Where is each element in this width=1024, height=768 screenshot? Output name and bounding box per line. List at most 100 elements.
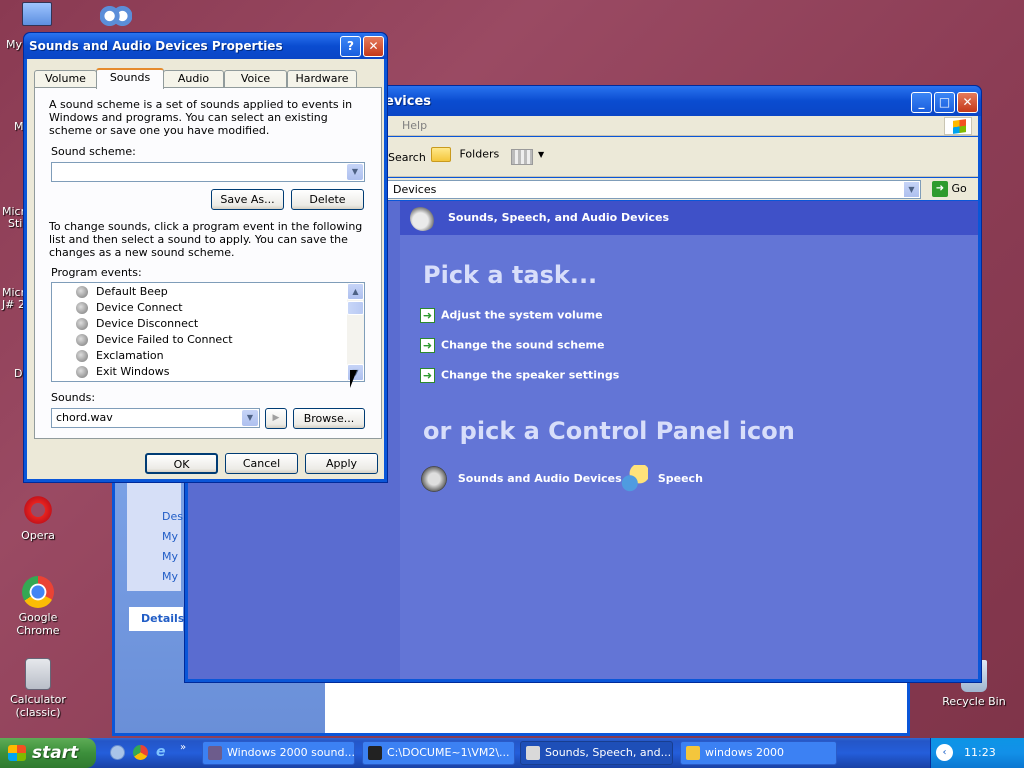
- start-label: start: [32, 743, 79, 763]
- event-label: Device Failed to Connect: [96, 333, 233, 346]
- task-box: Des My My My: [127, 481, 183, 591]
- speech-icon: [620, 465, 648, 493]
- sound-scheme-select[interactable]: ▼: [51, 162, 365, 182]
- browse-button[interactable]: Browse...: [293, 408, 365, 429]
- taskbar-button[interactable]: windows 2000: [680, 741, 837, 765]
- tab-sounds[interactable]: Sounds: [96, 68, 164, 89]
- chevron-down-icon[interactable]: ▼: [347, 164, 363, 180]
- speaker-icon: [76, 302, 88, 314]
- clock: 11:23: [964, 746, 996, 759]
- task-speaker-settings[interactable]: ➜ Change the speaker settings: [420, 368, 619, 383]
- task-link[interactable]: My: [127, 527, 181, 547]
- close-button[interactable]: ✕: [363, 36, 384, 57]
- task-label: Change the sound scheme: [441, 338, 605, 352]
- task-link[interactable]: My: [127, 547, 181, 567]
- ok-button[interactable]: OK: [145, 453, 218, 474]
- dialog-title: Sounds and Audio Devices Properties: [24, 33, 387, 59]
- sounds-audio-devices-link[interactable]: Sounds and Audio Devices: [420, 465, 622, 493]
- chrome-icon[interactable]: [133, 745, 148, 760]
- icon-label: Sounds and Audio Devices: [457, 472, 622, 485]
- ie-icon[interactable]: e: [156, 745, 171, 760]
- event-label: Default Beep: [96, 285, 168, 298]
- tab-hardware[interactable]: Hardware: [287, 70, 357, 88]
- events-items: Default Beep Device Connect Device Disco…: [52, 283, 364, 380]
- scheme-label: Sound scheme:: [51, 145, 136, 158]
- maximize-button[interactable]: □: [934, 92, 955, 113]
- taskbar-button[interactable]: C:\DOCUME~1\VM2\...: [362, 741, 515, 765]
- desktop-label-partial: Sti: [8, 217, 23, 230]
- tab-volume[interactable]: Volume: [34, 70, 97, 88]
- go-button[interactable]: ➜ Go: [932, 181, 967, 197]
- apply-button[interactable]: Apply: [305, 453, 378, 474]
- task-change-scheme[interactable]: ➜ Change the sound scheme: [420, 338, 604, 353]
- chevron-down-icon[interactable]: ▼: [538, 150, 544, 159]
- chevron-down-icon[interactable]: ▼: [242, 410, 258, 426]
- help-button[interactable]: ?: [340, 36, 361, 57]
- task-label: Change the speaker settings: [441, 368, 620, 382]
- desktop-icon-opera[interactable]: Opera: [0, 494, 76, 542]
- list-item[interactable]: Device Failed to Connect: [52, 332, 364, 348]
- event-label: Exit Windows: [96, 365, 170, 378]
- chevron-down-icon[interactable]: ▼: [904, 182, 919, 197]
- desktop-icon-chrome[interactable]: Google Chrome: [0, 576, 76, 637]
- delete-button[interactable]: Delete: [291, 189, 364, 210]
- desktop-icon-label: Calculator (classic): [10, 693, 66, 719]
- chevron-right-icon[interactable]: »: [180, 742, 186, 753]
- task-link[interactable]: Des: [127, 507, 183, 527]
- details-header[interactable]: Details: [129, 607, 184, 631]
- network-icon: [100, 6, 132, 26]
- task-adjust-volume[interactable]: ➜ Adjust the system volume: [420, 308, 603, 323]
- desktop-icon-my-computer[interactable]: [22, 2, 56, 32]
- scroll-thumb[interactable]: [347, 301, 364, 315]
- dialog-body: Volume Sounds Audio Voice Hardware A sou…: [27, 59, 384, 479]
- desktop-icon-network[interactable]: [100, 6, 134, 30]
- desktop-icon-label: Google Chrome: [16, 611, 60, 637]
- calculator-icon: [25, 658, 51, 690]
- speaker-icon: [76, 366, 88, 378]
- desktop-show-icon[interactable]: [110, 745, 125, 760]
- arrow-right-icon: ➜: [420, 308, 435, 323]
- go-arrow-icon: ➜: [932, 181, 948, 197]
- desktop-label-partial: My: [6, 38, 23, 51]
- list-item[interactable]: Device Connect: [52, 300, 364, 316]
- search-button[interactable]: Search: [388, 151, 426, 164]
- tab-voice[interactable]: Voice: [224, 70, 287, 88]
- properties-dialog[interactable]: Sounds and Audio Devices Properties ? ✕ …: [23, 32, 388, 483]
- music-note-icon: [410, 205, 436, 231]
- chevron-left-icon[interactable]: ‹: [936, 744, 953, 761]
- list-item[interactable]: Exclamation: [52, 348, 364, 364]
- minimize-button[interactable]: _: [911, 92, 932, 113]
- scroll-up-icon[interactable]: ▲: [347, 283, 364, 300]
- desktop-icon-calculator[interactable]: Calculator (classic): [0, 658, 76, 719]
- speaker-icon: [76, 334, 88, 346]
- folders-button[interactable]: Folders: [431, 147, 499, 167]
- taskbar-button[interactable]: Windows 2000 sound...: [202, 741, 355, 765]
- speech-link[interactable]: Speech: [620, 465, 703, 493]
- sound-value: chord.wav: [56, 411, 113, 424]
- vertical-scrollbar[interactable]: ▲ ▼: [347, 283, 364, 381]
- task-link[interactable]: My: [127, 567, 181, 587]
- play-button[interactable]: ▶: [265, 408, 287, 429]
- mouse-cursor-icon: [350, 370, 357, 388]
- sounds-panel: A sound scheme is a set of sounds applie…: [34, 87, 382, 439]
- arrow-right-icon: ➜: [420, 338, 435, 353]
- change-description: To change sounds, click a program event …: [49, 220, 363, 259]
- list-item[interactable]: Exit Windows: [52, 364, 364, 380]
- arrow-right-icon: ➜: [420, 368, 435, 383]
- sounds-select[interactable]: chord.wav ▼: [51, 408, 260, 428]
- taskbar-button-active[interactable]: Sounds, Speech, and...: [520, 741, 673, 765]
- list-item[interactable]: Default Beep: [52, 284, 364, 300]
- views-icon[interactable]: [511, 149, 533, 165]
- list-item[interactable]: Device Disconnect: [52, 316, 364, 332]
- program-events-list[interactable]: Default Beep Device Connect Device Disco…: [51, 282, 365, 382]
- menu-help[interactable]: Help: [402, 119, 427, 132]
- tab-audio[interactable]: Audio: [163, 70, 224, 88]
- cancel-button[interactable]: Cancel: [225, 453, 298, 474]
- save-as-button[interactable]: Save As...: [211, 189, 284, 210]
- start-button[interactable]: start: [0, 738, 96, 768]
- close-button[interactable]: ✕: [957, 92, 978, 113]
- address-text: Devices: [393, 183, 437, 196]
- windows-flag-icon: [8, 745, 26, 761]
- taskbar-label: Sounds, Speech, and...: [545, 746, 672, 759]
- pick-icon-heading: or pick a Control Panel icon: [423, 417, 795, 445]
